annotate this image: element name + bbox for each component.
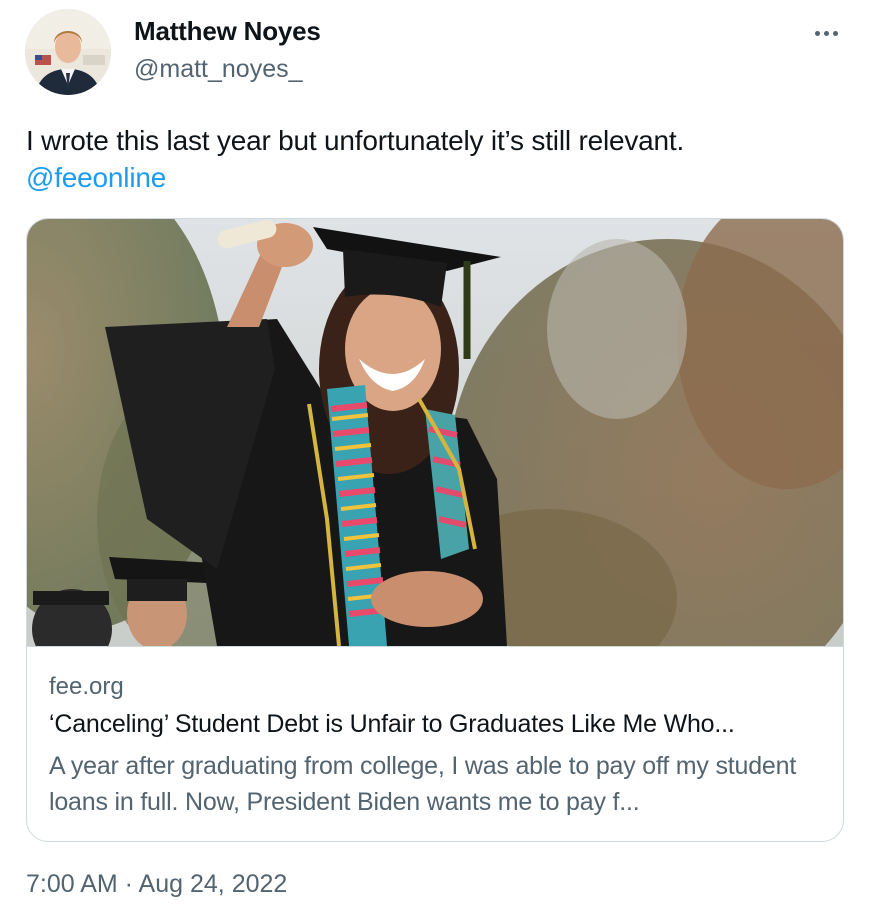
more-dot-icon — [814, 30, 820, 36]
avatar-photo-icon — [25, 9, 111, 95]
mention-link[interactable]: @feeonline — [26, 162, 166, 193]
card-domain: fee.org — [49, 673, 124, 700]
handle[interactable]: @matt_noyes_ — [134, 55, 303, 84]
more-dot-icon — [832, 30, 838, 36]
tweet-body: I wrote this last year but unfortunately… — [26, 125, 685, 156]
card-image[interactable] — [27, 219, 843, 647]
display-name[interactable]: Matthew Noyes — [134, 16, 321, 47]
avatar[interactable] — [25, 9, 111, 95]
graduate-photo-icon — [27, 219, 843, 646]
card-description: A year after graduating from college, I … — [49, 752, 797, 816]
more-dot-icon — [823, 30, 829, 36]
link-card[interactable]: fee.org ‘Canceling’ Student Debt is Unfa… — [26, 218, 844, 842]
more-options-button[interactable] — [806, 16, 846, 50]
tweet: Matthew Noyes @matt_noyes_ I wrote this … — [0, 0, 870, 916]
timestamp[interactable]: 7:00 AM · Aug 24, 2022 — [26, 870, 287, 899]
tweet-text: I wrote this last year but unfortunately… — [26, 122, 846, 196]
card-title: ‘Canceling’ Student Debt is Unfair to Gr… — [49, 710, 735, 738]
